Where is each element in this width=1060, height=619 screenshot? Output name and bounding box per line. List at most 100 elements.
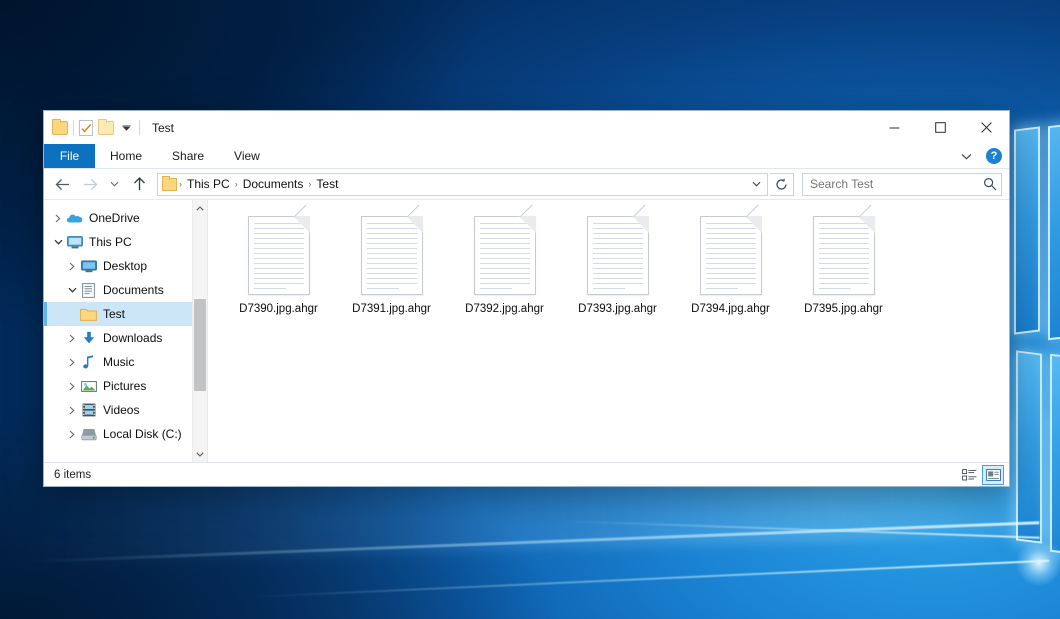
sidebar-item-documents[interactable]: Documents [44, 278, 192, 302]
chevron-right-icon[interactable] [64, 358, 80, 367]
large-icons-view-icon[interactable] [982, 465, 1004, 485]
sidebar-item-label: OneDrive [89, 211, 140, 225]
generic-document-icon [248, 216, 310, 295]
search-icon[interactable] [983, 177, 997, 191]
file-name-label: D7390.jpg.ahgr [239, 303, 318, 315]
chevron-right-icon[interactable] [64, 430, 80, 439]
window-title: Test [152, 121, 174, 135]
generic-document-icon [700, 216, 762, 295]
sidebar-item-test[interactable]: Test [44, 302, 192, 326]
sidebar-item-label: Pictures [103, 379, 146, 393]
sidebar-item-label: Desktop [103, 259, 147, 273]
folder-icon[interactable] [52, 121, 68, 135]
sidebar-item-videos[interactable]: Videos [44, 398, 192, 422]
file-name-label: D7395.jpg.ahgr [804, 303, 883, 315]
refresh-icon[interactable] [770, 173, 794, 196]
onedrive-cloud-icon [66, 210, 83, 226]
help-icon: ? [986, 148, 1002, 164]
navigation-pane: OneDrive This PC [44, 200, 192, 462]
maximize-button[interactable] [917, 111, 963, 144]
forward-button[interactable] [77, 172, 103, 196]
quick-access-toolbar: Test [44, 111, 174, 144]
videos-film-icon [80, 402, 97, 418]
pictures-icon [80, 378, 97, 394]
file-name-label: D7394.jpg.ahgr [691, 303, 770, 315]
file-item[interactable]: D7392.jpg.ahgr [448, 212, 561, 330]
scrollbar-thumb[interactable] [194, 299, 206, 391]
sidebar-item-downloads[interactable]: Downloads [44, 326, 192, 350]
sidebar-item-onedrive[interactable]: OneDrive [44, 206, 192, 230]
tab-home[interactable]: Home [95, 144, 157, 168]
sidebar-item-this-pc[interactable]: This PC [44, 230, 192, 254]
sidebar-item-label: Music [103, 355, 134, 369]
sidebar-item-label: Videos [103, 403, 139, 417]
item-count-label: 6 items [54, 469, 91, 481]
chevron-down-icon[interactable] [50, 239, 66, 245]
desktop-icon [80, 258, 97, 274]
title-bar: Test [44, 111, 1009, 144]
generic-document-icon [474, 216, 536, 295]
file-item[interactable]: D7390.jpg.ahgr [222, 212, 335, 330]
sidebar-item-music[interactable]: Music [44, 350, 192, 374]
breadcrumb[interactable]: › This PC › Documents › Test [157, 173, 768, 196]
file-list-view[interactable]: D7390.jpg.ahgr D7391.jpg.ahgr [207, 200, 1009, 462]
file-explorer-window: Test File Home Share View [43, 110, 1010, 487]
window-controls [871, 111, 1009, 144]
file-item[interactable]: D7393.jpg.ahgr [561, 212, 674, 330]
ribbon-tab-strip: File Home Share View ? [44, 144, 1009, 169]
new-folder-icon[interactable] [98, 121, 114, 135]
breadcrumb-item-this-pc[interactable]: This PC [183, 177, 234, 191]
tab-file[interactable]: File [44, 144, 95, 168]
chevron-down-icon[interactable] [193, 446, 207, 462]
windows-logo-pane-bottom-left [1016, 350, 1042, 543]
chevron-down-icon[interactable] [119, 111, 134, 144]
sidebar-item-label: This PC [89, 235, 132, 249]
title-bar-drag-area[interactable] [174, 111, 871, 144]
recent-locations-button[interactable] [105, 172, 124, 196]
back-button[interactable] [49, 172, 75, 196]
chevron-right-icon[interactable] [50, 214, 66, 223]
file-item[interactable]: D7395.jpg.ahgr [787, 212, 900, 330]
tab-view[interactable]: View [219, 144, 275, 168]
chevron-down-icon[interactable] [953, 144, 979, 168]
minimize-button[interactable] [871, 111, 917, 144]
chevron-right-icon[interactable] [64, 406, 80, 415]
file-name-label: D7391.jpg.ahgr [352, 303, 431, 315]
properties-checkmark-icon[interactable] [79, 120, 93, 136]
generic-document-icon [813, 216, 875, 295]
sidebar-item-pictures[interactable]: Pictures [44, 374, 192, 398]
chevron-right-icon[interactable] [64, 382, 80, 391]
breadcrumb-item-documents[interactable]: Documents [239, 177, 308, 191]
chevron-up-icon[interactable] [193, 200, 207, 216]
sidebar-item-label: Downloads [103, 331, 162, 345]
file-item[interactable]: D7391.jpg.ahgr [335, 212, 448, 330]
breadcrumb-item-test[interactable]: Test [312, 177, 342, 191]
hard-disk-icon [80, 426, 97, 442]
chevron-down-icon[interactable] [64, 287, 80, 293]
windows-logo-pane-top-right [1048, 118, 1060, 341]
music-note-icon [80, 354, 97, 370]
search-input[interactable] [810, 177, 983, 191]
sidebar-item-label: Test [103, 307, 125, 321]
this-pc-monitor-icon [66, 234, 83, 250]
up-button[interactable] [126, 172, 152, 196]
scrollbar-track[interactable] [193, 216, 207, 446]
windows-logo-pane-bottom-right [1050, 354, 1060, 561]
search-box[interactable] [802, 173, 1002, 196]
title-divider [139, 120, 140, 135]
chevron-down-icon[interactable] [747, 181, 765, 187]
file-name-label: D7393.jpg.ahgr [578, 303, 657, 315]
close-button[interactable] [963, 111, 1009, 144]
sidebar-item-desktop[interactable]: Desktop [44, 254, 192, 278]
tab-share[interactable]: Share [157, 144, 219, 168]
file-item[interactable]: D7394.jpg.ahgr [674, 212, 787, 330]
navigation-pane-scrollbar[interactable] [192, 200, 207, 462]
help-button[interactable]: ? [979, 144, 1009, 168]
folder-icon [80, 306, 97, 322]
sidebar-item-local-disk-c[interactable]: Local Disk (C:) [44, 422, 192, 446]
chevron-right-icon[interactable] [64, 334, 80, 343]
chevron-right-icon[interactable] [64, 262, 80, 271]
details-view-icon[interactable] [958, 465, 980, 485]
toolbar-divider [73, 120, 74, 135]
downloads-arrow-icon [80, 330, 97, 346]
